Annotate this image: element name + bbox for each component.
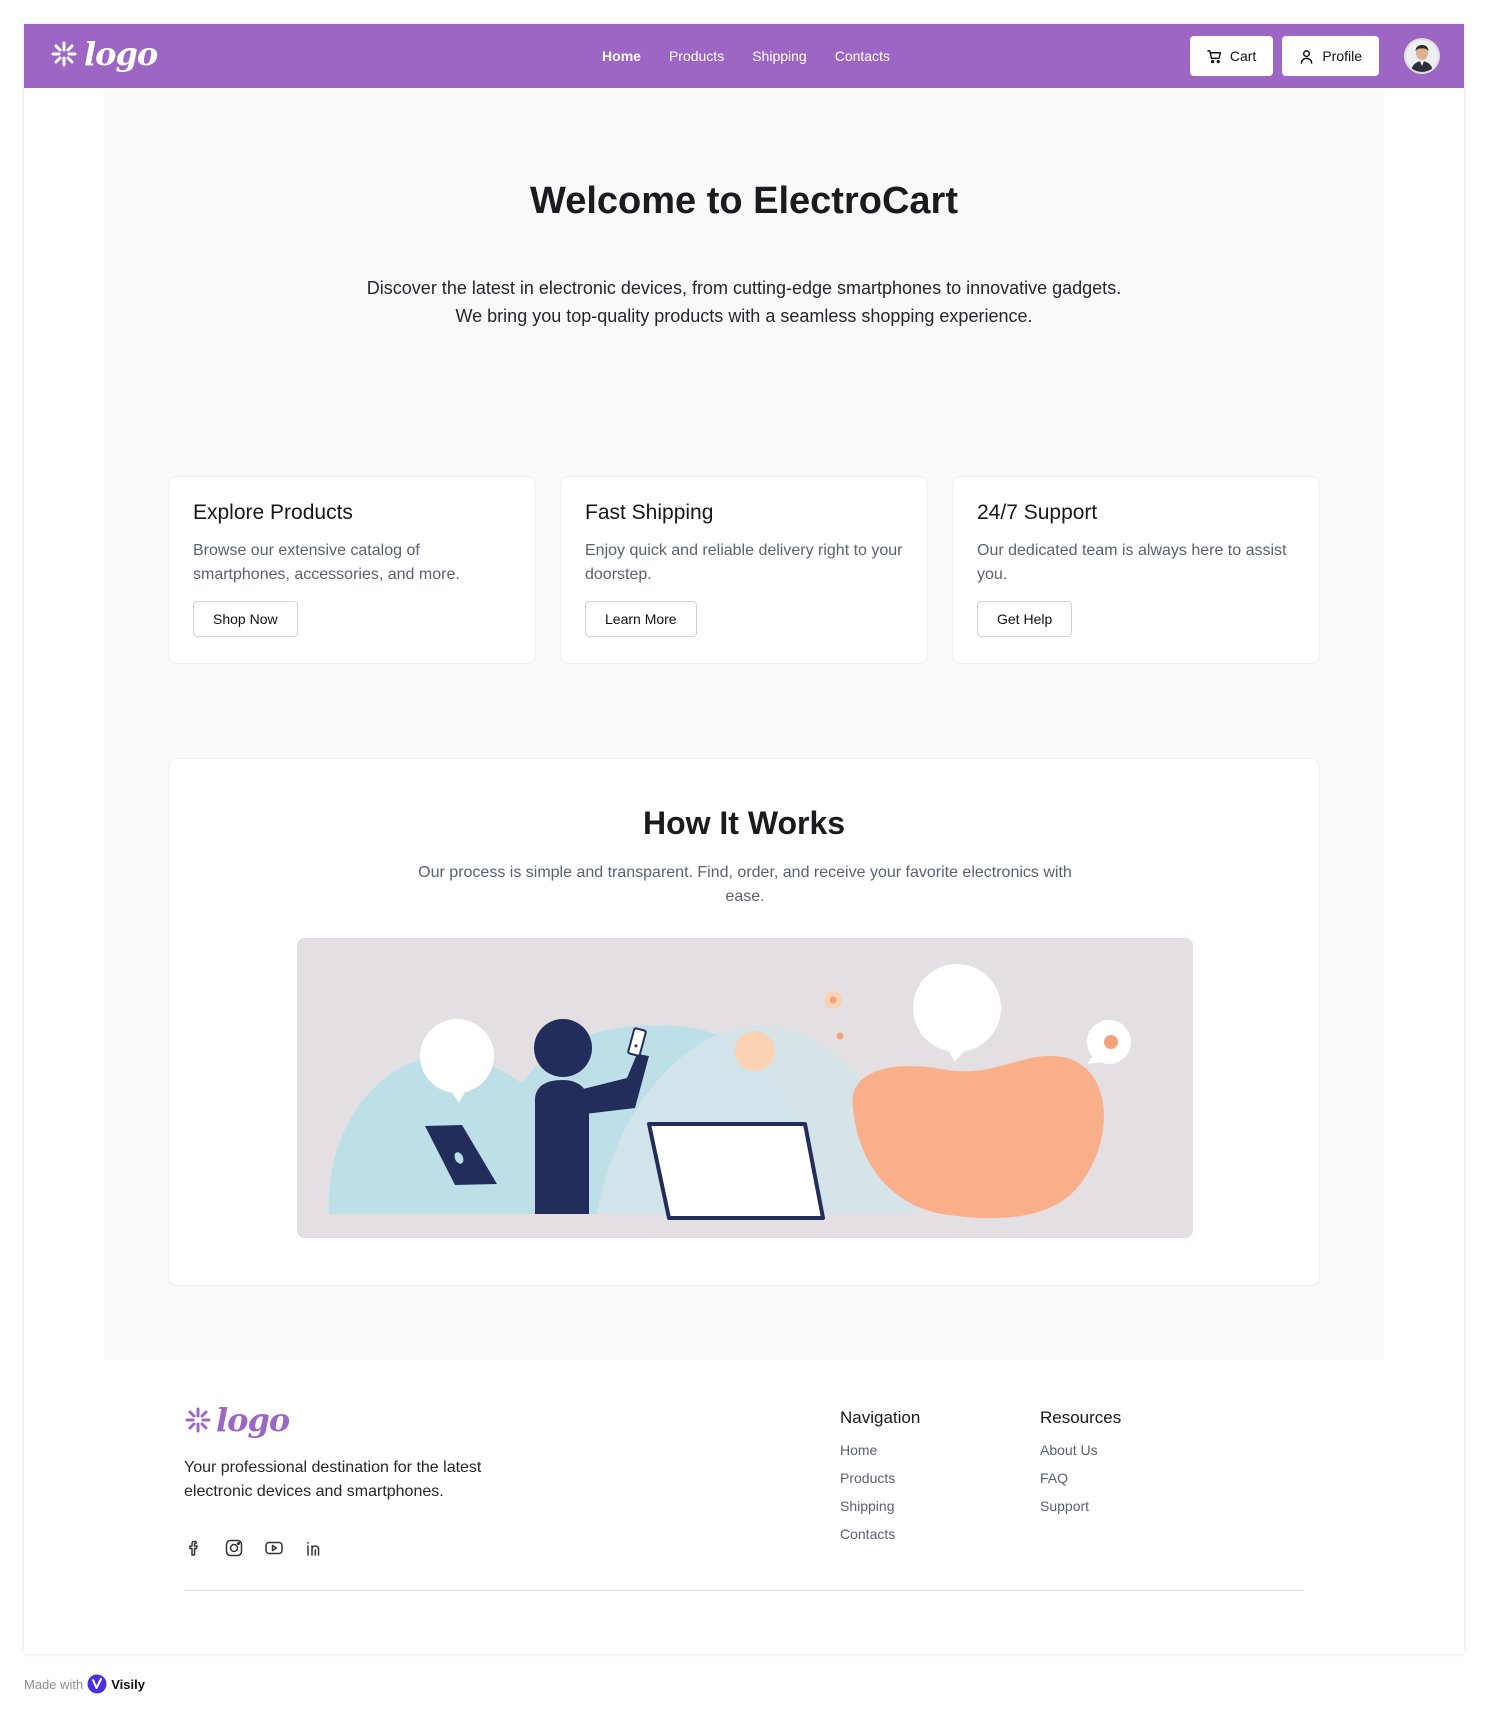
footer-description: Your professional destination for the la… xyxy=(184,1459,482,1500)
nav-link-contacts[interactable]: Contacts xyxy=(831,48,890,64)
card-title: Explore Products xyxy=(193,501,353,524)
visily-logo-icon xyxy=(87,1674,107,1694)
nav-link-home[interactable]: Home xyxy=(598,48,641,64)
footer-link-home[interactable]: Home xyxy=(840,1442,920,1458)
avatar-image xyxy=(1406,40,1438,72)
footer-navigation: Navigation Home Products Shipping Contac… xyxy=(840,1408,920,1554)
header-logo[interactable]: logo xyxy=(50,35,158,73)
instagram-icon[interactable] xyxy=(224,1538,244,1558)
nav-link-products[interactable]: Products xyxy=(665,48,724,64)
avatar[interactable] xyxy=(1404,38,1440,74)
logo-text: logo xyxy=(216,1401,290,1439)
page-frame: logo Home Products Shipping Contacts Car… xyxy=(24,24,1464,1654)
facebook-icon[interactable] xyxy=(184,1538,204,1558)
feature-card-shipping: Fast Shipping Enjoy quick and reliable d… xyxy=(560,476,928,664)
footer-link-products[interactable]: Products xyxy=(840,1470,920,1486)
card-text: Browse our extensive catalog of smartpho… xyxy=(193,542,460,583)
footer-link-shipping[interactable]: Shipping xyxy=(840,1498,920,1514)
learn-more-button[interactable]: Learn More xyxy=(585,601,697,637)
made-with-brand: Visily xyxy=(111,1676,145,1692)
feature-card-products: Explore Products Browse our extensive ca… xyxy=(168,476,536,664)
cart-label: Cart xyxy=(1229,48,1257,64)
footer-link-support[interactable]: Support xyxy=(1040,1498,1121,1514)
card-title: 24/7 Support xyxy=(977,501,1098,524)
footer-link-contacts[interactable]: Contacts xyxy=(840,1526,920,1542)
shop-now-button[interactable]: Shop Now xyxy=(193,601,298,637)
profile-label: Profile xyxy=(1322,48,1362,64)
card-text: Enjoy quick and reliable delivery right … xyxy=(585,542,903,583)
illustration-art xyxy=(297,938,1193,1238)
feature-cards: Explore Products Browse our extensive ca… xyxy=(168,476,1320,664)
logo-text: logo xyxy=(84,35,158,73)
hero-title: Welcome to ElectroCart xyxy=(530,180,958,222)
feature-card-support: 24/7 Support Our dedicated team is alway… xyxy=(952,476,1320,664)
sparkle-logo-icon xyxy=(51,41,77,67)
made-with-badge[interactable]: Made with Visily xyxy=(24,1674,145,1694)
nav-link-shipping[interactable]: Shipping xyxy=(748,48,807,64)
main-content: Welcome to ElectroCart Discover the late… xyxy=(104,88,1384,1360)
user-icon xyxy=(1300,49,1313,64)
get-help-button[interactable]: Get Help xyxy=(977,601,1073,637)
card-title: Fast Shipping xyxy=(585,501,714,524)
header-actions: Cart Profile xyxy=(1189,36,1440,76)
hero-line-2: We bring you top-quality products with a… xyxy=(455,306,1033,326)
how-it-works-illustration xyxy=(297,938,1193,1238)
social-links xyxy=(184,1538,324,1558)
how-it-works-section: How It Works Our process is simple and t… xyxy=(168,758,1320,1286)
linkedin-icon[interactable] xyxy=(304,1538,324,1558)
card-text: Our dedicated team is always here to ass… xyxy=(977,542,1287,583)
hero-line-1: Discover the latest in electronic device… xyxy=(366,278,1122,298)
made-with-text: Made with xyxy=(24,1676,84,1692)
sparkle-logo-icon xyxy=(185,1407,211,1433)
footer-link-faq[interactable]: FAQ xyxy=(1040,1470,1121,1486)
footer-divider xyxy=(184,1590,1304,1591)
footer-logo[interactable]: logo xyxy=(184,1401,290,1439)
profile-button[interactable]: Profile xyxy=(1282,36,1379,76)
hero-description: Discover the latest in electronic device… xyxy=(344,274,1144,330)
footer-column-title: Resources xyxy=(1040,1408,1122,1427)
footer-column-title: Navigation xyxy=(840,1408,921,1427)
section-description: Our process is simple and transparent. F… xyxy=(418,864,1072,905)
youtube-icon[interactable] xyxy=(264,1538,284,1558)
cart-icon xyxy=(1207,49,1221,63)
section-title: How It Works xyxy=(642,805,846,841)
cart-button[interactable]: Cart xyxy=(1189,36,1274,76)
top-navbar: logo Home Products Shipping Contacts Car… xyxy=(24,24,1464,88)
footer-resources: Resources About Us FAQ Support xyxy=(1040,1408,1121,1526)
footer-link-about[interactable]: About Us xyxy=(1040,1442,1121,1458)
